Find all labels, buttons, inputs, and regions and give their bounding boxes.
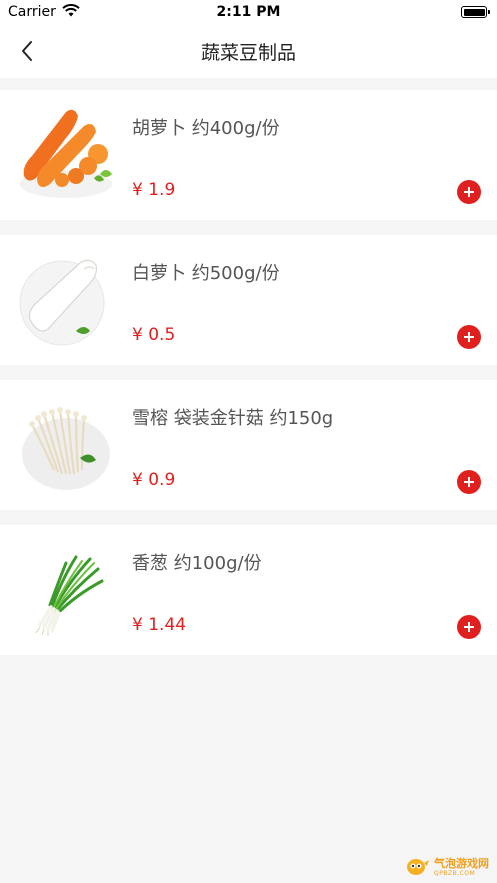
scallion-image bbox=[14, 539, 118, 639]
plus-icon bbox=[464, 622, 474, 632]
plus-icon bbox=[464, 332, 474, 342]
status-left: Carrier bbox=[8, 3, 80, 21]
product-name: 香葱 约100g/份 bbox=[132, 553, 262, 574]
product-name: 雪榕 袋装金针菇 约150g bbox=[132, 408, 334, 429]
nav-bar: 蔬菜豆制品 bbox=[0, 24, 497, 78]
product-name: 胡萝卜 约400g/份 bbox=[132, 118, 280, 139]
add-to-cart-button[interactable] bbox=[457, 325, 481, 349]
product-price: ¥ 1.9 bbox=[132, 180, 176, 200]
add-to-cart-button[interactable] bbox=[457, 180, 481, 204]
watermark-sub: QPBZB.COM bbox=[434, 869, 476, 877]
status-bar: Carrier 2:11 PM bbox=[0, 0, 497, 24]
plus-icon bbox=[464, 187, 474, 197]
product-price: ¥ 1.44 bbox=[132, 615, 187, 635]
product-card[interactable]: 雪榕 袋装金针菇 约150g ¥ 0.9 bbox=[0, 380, 497, 510]
product-price: ¥ 0.5 bbox=[132, 325, 176, 345]
product-name: 白萝卜 约500g/份 bbox=[132, 263, 280, 284]
back-button[interactable] bbox=[12, 36, 42, 66]
add-to-cart-button[interactable] bbox=[457, 470, 481, 494]
white-radish-image bbox=[14, 249, 118, 349]
chevron-left-icon bbox=[22, 41, 32, 61]
product-card[interactable]: 白萝卜 约500g/份 ¥ 0.5 bbox=[0, 235, 497, 365]
watermark: 气泡游戏网 QPBZB.COM bbox=[406, 857, 489, 877]
bubble-logo-icon bbox=[407, 859, 429, 875]
wifi-icon bbox=[62, 3, 80, 21]
product-price: ¥ 0.9 bbox=[132, 470, 176, 490]
product-list: 胡萝卜 约400g/份 ¥ 1.9 白萝卜 约500g/份 ¥ 0.5 雪榕 袋… bbox=[0, 90, 497, 670]
plus-icon bbox=[464, 477, 474, 487]
add-to-cart-button[interactable] bbox=[457, 615, 481, 639]
product-card[interactable]: 胡萝卜 约400g/份 ¥ 1.9 bbox=[0, 90, 497, 220]
page-title: 蔬菜豆制品 bbox=[200, 41, 296, 64]
product-card[interactable]: 香葱 约100g/份 ¥ 1.44 bbox=[0, 525, 497, 655]
enoki-mushroom-image bbox=[14, 394, 118, 494]
battery-icon bbox=[461, 6, 490, 18]
carrot-image bbox=[14, 104, 118, 204]
watermark-text: 气泡游戏网 bbox=[434, 856, 489, 870]
carrier-label: Carrier bbox=[8, 4, 56, 20]
